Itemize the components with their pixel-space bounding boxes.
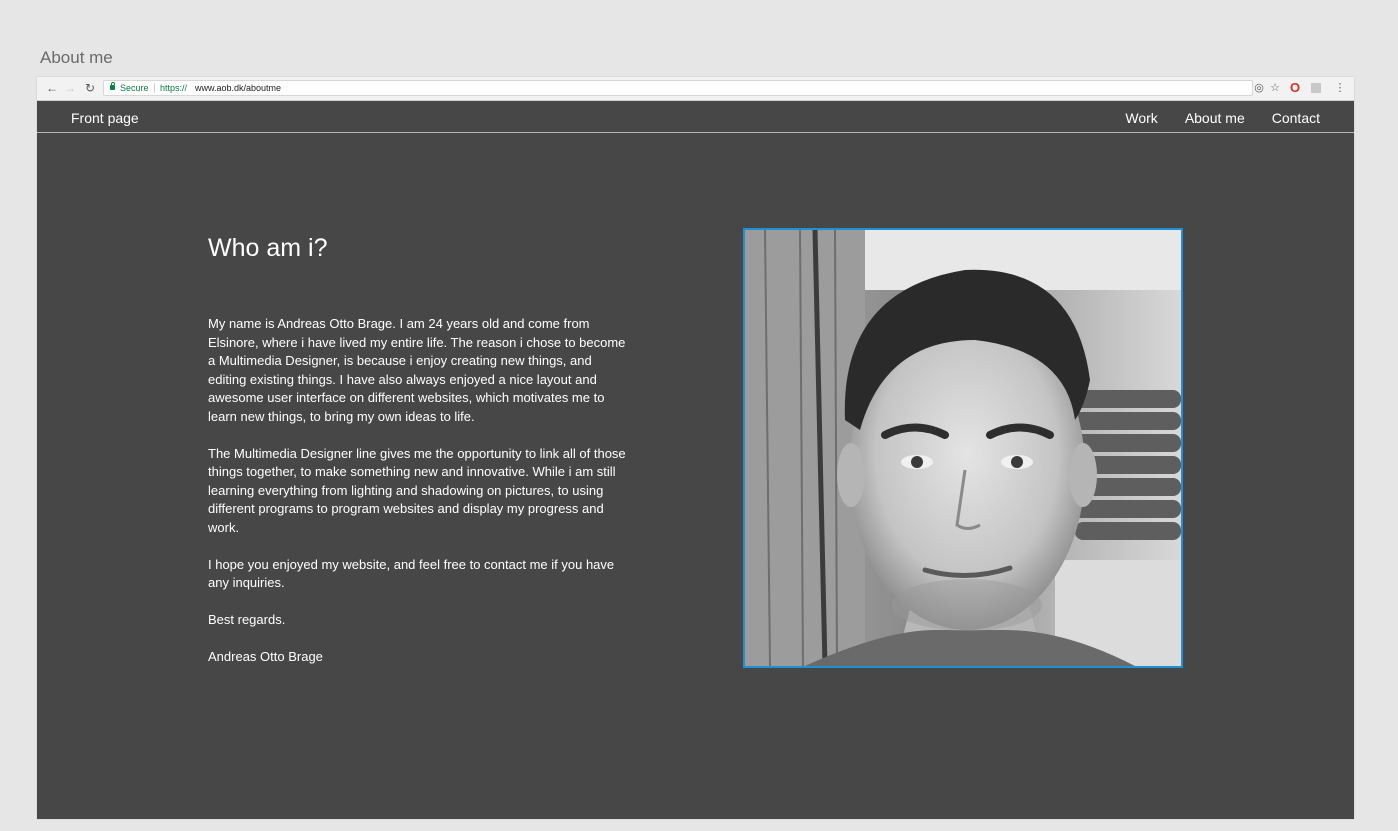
browser-toolbar: ← → ↻ Secure https:// www.aob.dk/aboutme… <box>37 77 1354 101</box>
forward-arrow-icon[interactable]: → <box>63 81 77 95</box>
more-menu-icon[interactable]: ⋮ <box>1333 81 1347 95</box>
address-bar[interactable]: Secure https:// www.aob.dk/aboutme <box>103 80 1253 96</box>
secure-label: Secure <box>120 83 149 93</box>
about-paragraph: I hope you enjoyed my website, and feel … <box>208 556 615 591</box>
page-caption: About me <box>40 48 113 67</box>
about-paragraph: The Multimedia Designer line gives me th… <box>208 445 626 535</box>
back-arrow-icon[interactable]: ← <box>45 81 59 95</box>
about-text: My name is Andreas Otto Brage. I am 24 y… <box>208 315 628 685</box>
nav-menu: Work About me Contact <box>1125 110 1320 126</box>
omnibox-separator <box>154 83 155 93</box>
about-paragraph: Best regards. <box>208 612 286 627</box>
url-host: www.aob.dk/aboutme <box>195 83 282 93</box>
lock-icon <box>110 82 115 90</box>
nav-item-about-me[interactable]: About me <box>1185 110 1245 126</box>
browser-window: ← → ↻ Secure https:// www.aob.dk/aboutme… <box>37 77 1354 819</box>
extension-icon[interactable] <box>1311 83 1321 93</box>
star-icon[interactable]: ☆ <box>1268 81 1282 95</box>
reload-icon[interactable]: ↻ <box>83 81 97 95</box>
profile-photo <box>743 228 1183 668</box>
nav-item-work[interactable]: Work <box>1125 110 1157 126</box>
about-paragraph: My name is Andreas Otto Brage. I am 24 y… <box>208 316 626 424</box>
nav-item-contact[interactable]: Contact <box>1272 110 1320 126</box>
extension-icon[interactable]: O <box>1288 81 1302 95</box>
site-header: Front page Work About me Contact <box>37 101 1354 133</box>
page-title: Who am i? <box>208 234 328 262</box>
nav-front-page[interactable]: Front page <box>71 110 139 126</box>
location-icon[interactable]: ◎ <box>1252 81 1266 95</box>
url-scheme: https:// <box>160 83 188 93</box>
portrait-image <box>745 230 1181 666</box>
about-signature: Andreas Otto Brage <box>208 649 323 664</box>
